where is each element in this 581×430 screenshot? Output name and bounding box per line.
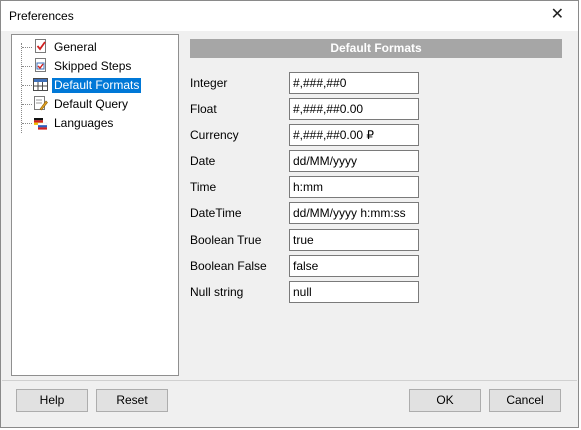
close-icon[interactable]: ✕	[551, 7, 564, 23]
footer-divider	[2, 380, 577, 381]
ok-button[interactable]: OK	[409, 389, 481, 412]
tree-item-languages[interactable]: Languages	[12, 114, 178, 132]
tree-item-label: Skipped Steps	[54, 59, 132, 73]
boolean-false-field[interactable]	[289, 255, 419, 277]
currency-label: Currency	[190, 128, 239, 142]
integer-label: Integer	[190, 76, 228, 90]
date-field[interactable]	[289, 150, 419, 172]
check-doc-icon	[35, 39, 46, 53]
panel-header: Default Formats	[190, 39, 562, 58]
tree-item-label: Default Query	[54, 97, 129, 111]
null-string-field[interactable]	[289, 281, 419, 303]
tree-item-label: Default Formats	[52, 78, 142, 93]
currency-field[interactable]	[289, 124, 419, 146]
preferences-dialog: Preferences ✕ General Skipped Steps Defa…	[0, 0, 579, 428]
title-bar: Preferences ✕	[1, 1, 578, 31]
tree-item-label: Languages	[54, 116, 114, 130]
boolean-true-field[interactable]	[289, 229, 419, 251]
datetime-label: DateTime	[190, 206, 242, 220]
preferences-tree: General Skipped Steps Default Formats De…	[11, 34, 179, 376]
reset-button[interactable]: Reset	[96, 389, 168, 412]
help-button[interactable]: Help	[16, 389, 88, 412]
datetime-field[interactable]	[289, 202, 419, 224]
float-field[interactable]	[289, 98, 419, 120]
date-label: Date	[190, 154, 216, 168]
float-label: Float	[190, 102, 217, 116]
table-icon	[33, 78, 48, 91]
tree-item-general[interactable]: General	[12, 38, 178, 56]
time-label: Time	[190, 180, 217, 194]
tree-item-default-query[interactable]: Default Query	[12, 95, 178, 113]
tree-item-default-formats[interactable]: Default Formats	[12, 76, 178, 94]
cancel-button[interactable]: Cancel	[489, 389, 561, 412]
flags-icon	[34, 118, 48, 130]
boolean-true-label: Boolean True	[190, 233, 262, 247]
null-string-label: Null string	[190, 285, 244, 299]
integer-field[interactable]	[289, 72, 419, 94]
time-field[interactable]	[289, 176, 419, 198]
skipped-steps-icon	[35, 58, 46, 72]
boolean-false-label: Boolean False	[190, 259, 267, 273]
tree-item-skipped-steps[interactable]: Skipped Steps	[12, 57, 178, 75]
window-title: Preferences	[9, 9, 74, 23]
tree-item-label: General	[54, 40, 97, 54]
edit-doc-icon	[34, 96, 48, 111]
